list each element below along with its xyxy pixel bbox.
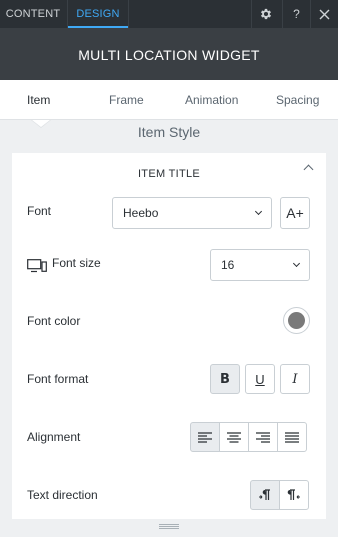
font-color-label: Font color [27, 314, 81, 328]
monitor-icon [27, 259, 47, 273]
close-icon[interactable] [310, 0, 338, 28]
align-justify-icon [285, 431, 299, 443]
item-title-panel: ITEM TITLE Font Heebo A+ Font size 16 Fo… [12, 153, 326, 519]
alignment-label: Alignment [27, 430, 81, 444]
italic-button[interactable]: I [280, 364, 310, 394]
text-direction-ltr-icon [259, 489, 270, 500]
underline-button[interactable]: U [245, 364, 275, 394]
align-justify-button[interactable] [277, 422, 307, 452]
nav-tab-frame[interactable]: Frame [109, 80, 144, 120]
text-direction-label: Text direction [27, 488, 98, 502]
help-icon[interactable]: ? [282, 0, 310, 28]
top-bar: CONTENT DESIGN ? [0, 0, 338, 28]
font-size-label: Font size [52, 256, 101, 270]
nav-tab-item[interactable]: Item [27, 80, 50, 120]
font-color-picker[interactable] [283, 307, 310, 334]
nav-tab-spacing[interactable]: Spacing [276, 80, 319, 120]
align-left-icon [198, 431, 212, 443]
chevron-down-icon [254, 207, 263, 216]
font-label: Font [27, 204, 52, 218]
font-select[interactable]: Heebo [112, 197, 272, 229]
add-font-button[interactable]: A+ [280, 197, 310, 229]
add-font-label: A+ [286, 205, 304, 221]
widget-title: MULTI LOCATION WIDGET [0, 28, 338, 80]
align-right-icon [256, 431, 270, 443]
resize-handle[interactable] [159, 524, 179, 529]
section-caption: Item Style [137, 124, 201, 140]
nav-tab-animation[interactable]: Animation [185, 80, 238, 120]
panel-header[interactable]: ITEM TITLE [12, 161, 326, 187]
align-center-icon [227, 431, 241, 443]
rtl-button[interactable] [279, 480, 309, 510]
chevron-down-icon [292, 259, 301, 268]
align-right-button[interactable] [248, 422, 278, 452]
font-size-select[interactable]: 16 [210, 249, 310, 281]
ltr-button[interactable] [250, 480, 280, 510]
font-size-value: 16 [221, 258, 235, 272]
font-format-label: Font format [27, 372, 89, 386]
text-direction-rtl-icon [287, 489, 300, 500]
bold-button[interactable]: B [210, 364, 240, 394]
color-swatch-fill [288, 312, 305, 329]
align-left-button[interactable] [190, 422, 220, 452]
gear-icon[interactable] [251, 0, 279, 28]
font-select-value: Heebo [123, 206, 159, 220]
tab-content[interactable]: CONTENT [0, 0, 66, 28]
design-nav: Item Frame Animation Spacing [0, 80, 338, 120]
align-center-button[interactable] [219, 422, 249, 452]
tab-design[interactable]: DESIGN [67, 0, 129, 28]
